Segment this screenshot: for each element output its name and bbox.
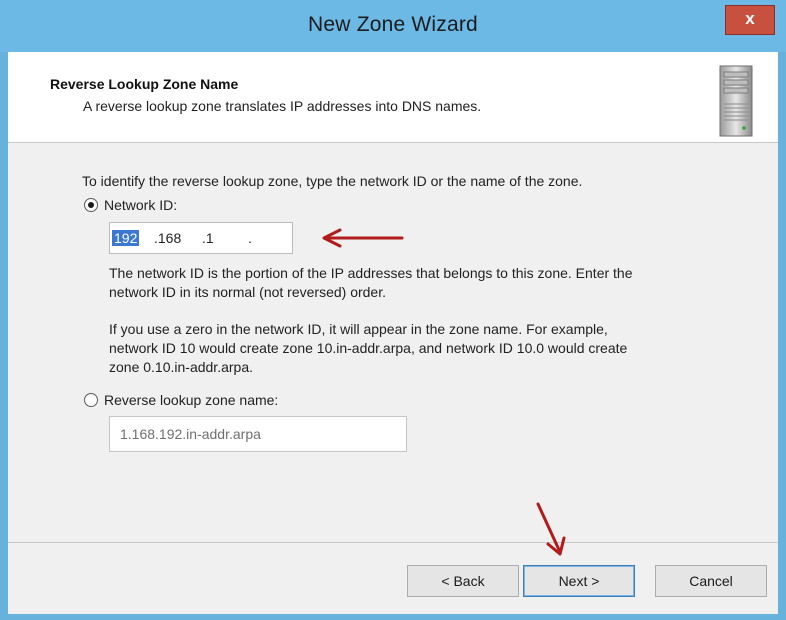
instruction-text: To identify the reverse lookup zone, typ… [82, 173, 583, 189]
close-icon: x [745, 9, 755, 28]
network-id-radio[interactable] [84, 198, 98, 212]
description-paragraph-2: If you use a zero in the network ID, it … [109, 320, 627, 377]
network-id-input[interactable]: 192 .168 .1 . [109, 222, 293, 254]
description-1-line-2: network ID in its normal (not reversed) … [109, 284, 386, 300]
footer-divider [8, 542, 778, 543]
description-2-line-3: zone 0.10.in-addr.arpa. [109, 359, 253, 375]
wizard-window: New Zone Wizard x Reverse Lookup Zone Na… [0, 0, 786, 620]
annotation-arrow-network-id [322, 228, 404, 248]
close-button[interactable]: x [725, 5, 775, 35]
page-subtitle: A reverse lookup zone translates IP addr… [83, 98, 482, 114]
back-button[interactable]: < Back [407, 565, 519, 597]
page-title: Reverse Lookup Zone Name [50, 76, 239, 92]
description-2-line-1: If you use a zero in the network ID, it … [109, 321, 608, 337]
octet-1[interactable]: 192 [112, 230, 140, 246]
reverse-zone-input[interactable]: 1.168.192.in-addr.arpa [109, 416, 407, 452]
description-1-line-1: The network ID is the portion of the IP … [109, 265, 633, 281]
reverse-zone-label[interactable]: Reverse lookup zone name: [104, 391, 278, 410]
network-id-label[interactable]: Network ID: [104, 196, 177, 215]
reverse-zone-value: 1.168.192.in-addr.arpa [120, 426, 261, 442]
reverse-zone-radio[interactable] [84, 393, 98, 407]
description-2-line-2: network ID 10 would create zone 10.in-ad… [109, 340, 628, 356]
octet-3[interactable]: .1 [202, 230, 214, 246]
octet-4[interactable]: . [248, 230, 252, 246]
description-paragraph-1: The network ID is the portion of the IP … [109, 264, 633, 302]
cancel-button[interactable]: Cancel [655, 565, 767, 597]
wizard-client-area: Reverse Lookup Zone Name A reverse looku… [8, 52, 778, 614]
wizard-header: Reverse Lookup Zone Name A reverse looku… [8, 52, 778, 143]
annotation-arrow-next [536, 502, 566, 556]
title-bar[interactable]: New Zone Wizard x [0, 0, 786, 52]
window-title: New Zone Wizard [308, 13, 478, 36]
next-button[interactable]: Next > [523, 565, 635, 597]
octet-2[interactable]: .168 [154, 230, 181, 246]
server-icon [719, 65, 753, 137]
